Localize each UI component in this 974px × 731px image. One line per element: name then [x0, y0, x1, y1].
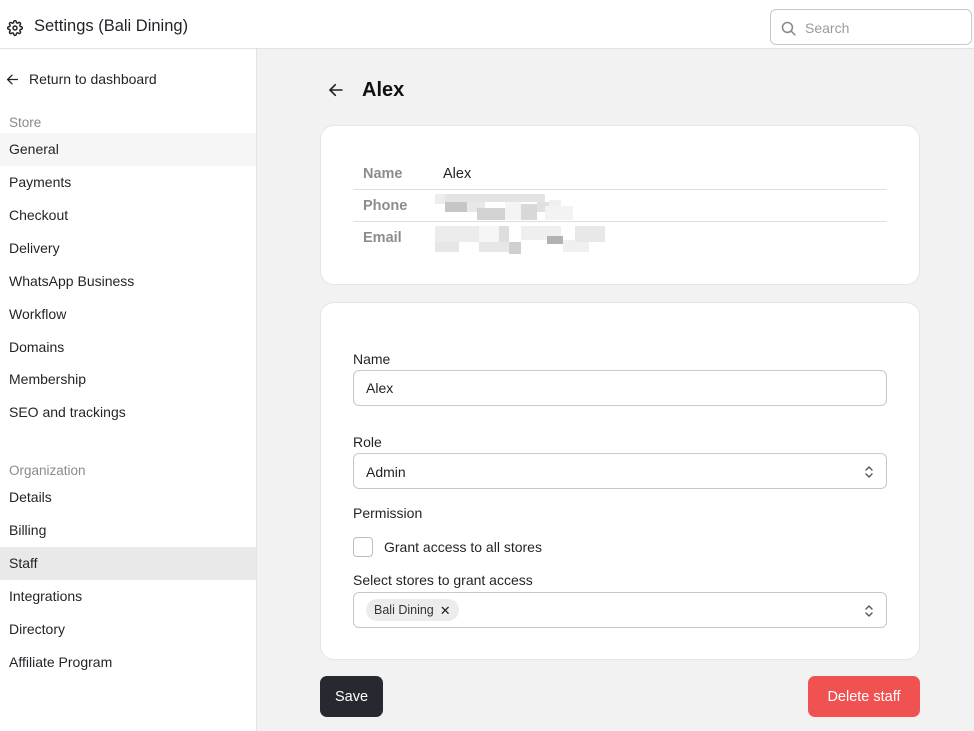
- grant-all-stores-checkbox[interactable]: [353, 537, 373, 557]
- sidebar-item-membership[interactable]: Membership: [0, 363, 256, 396]
- sidebar-item-affiliate-program[interactable]: Affiliate Program: [0, 646, 256, 679]
- info-row-phone: Phone: [353, 190, 887, 222]
- sidebar-item-delivery[interactable]: Delivery: [0, 232, 256, 265]
- page-header-title: Settings (Bali Dining): [34, 17, 189, 35]
- info-row-email: Email: [353, 222, 887, 254]
- name-input[interactable]: [353, 370, 887, 406]
- permission-label: Permission: [353, 505, 423, 521]
- stores-multiselect[interactable]: Bali Dining ✕: [353, 592, 887, 628]
- role-select[interactable]: Admin: [353, 453, 887, 489]
- section-label-store: Store: [9, 115, 42, 130]
- page-title: Alex: [362, 79, 405, 101]
- remove-tag-icon[interactable]: ✕: [440, 604, 451, 617]
- role-select-value: Admin: [366, 464, 406, 480]
- sidebar-item-checkout[interactable]: Checkout: [0, 199, 256, 232]
- redacted-email: [435, 222, 607, 256]
- return-to-dashboard-link[interactable]: Return to dashboard: [6, 69, 157, 89]
- store-tag: Bali Dining ✕: [366, 599, 459, 621]
- redacted-phone: [435, 194, 575, 220]
- sidebar-item-general[interactable]: General: [0, 133, 256, 166]
- info-email-label: Email: [363, 230, 402, 246]
- role-field-label: Role: [353, 434, 382, 450]
- search-box[interactable]: [770, 9, 972, 45]
- sidebar-item-directory[interactable]: Directory: [0, 613, 256, 646]
- info-name-label: Name: [363, 166, 403, 182]
- section-label-organization: Organization: [9, 463, 86, 478]
- chevron-up-down-icon: [865, 466, 873, 478]
- sidebar-item-workflow[interactable]: Workflow: [0, 298, 256, 331]
- gear-icon: [7, 20, 23, 36]
- top-bar: Settings (Bali Dining): [0, 0, 974, 49]
- sidebar-item-whatsapp-business[interactable]: WhatsApp Business: [0, 265, 256, 298]
- name-field-label: Name: [353, 351, 391, 367]
- sidebar: Return to dashboard Store General Paymen…: [0, 49, 257, 731]
- info-row-name: Name Alex: [353, 158, 887, 190]
- delete-staff-button[interactable]: Delete staff: [808, 676, 920, 717]
- arrow-left-icon: [6, 74, 19, 84]
- chevron-up-down-icon: [865, 605, 873, 617]
- sidebar-item-details[interactable]: Details: [0, 481, 256, 514]
- back-arrow-icon[interactable]: [328, 82, 344, 98]
- sidebar-item-seo-and-trackings[interactable]: SEO and trackings: [0, 396, 256, 429]
- sidebar-item-integrations[interactable]: Integrations: [0, 580, 256, 613]
- stores-field-label: Select stores to grant access: [353, 572, 533, 588]
- search-icon: [781, 21, 796, 36]
- info-phone-label: Phone: [363, 198, 408, 214]
- sidebar-item-billing[interactable]: Billing: [0, 514, 256, 547]
- search-input[interactable]: [805, 18, 965, 38]
- return-label: Return to dashboard: [29, 71, 157, 87]
- staff-info-card: Name Alex Phone Email: [320, 125, 920, 285]
- sidebar-item-domains[interactable]: Domains: [0, 331, 256, 364]
- save-button[interactable]: Save: [320, 676, 383, 717]
- sidebar-item-staff[interactable]: Staff: [0, 547, 256, 580]
- main-content: Alex Name Alex Phone Email Name Alex Rol…: [257, 49, 974, 731]
- store-tag-label: Bali Dining: [374, 603, 434, 617]
- staff-form-card: Name Role Admin Permission Grant access …: [320, 302, 920, 660]
- sidebar-item-payments[interactable]: Payments: [0, 166, 256, 199]
- grant-all-stores-label: Grant access to all stores: [384, 539, 542, 555]
- info-name-value: Alex: [443, 166, 472, 182]
